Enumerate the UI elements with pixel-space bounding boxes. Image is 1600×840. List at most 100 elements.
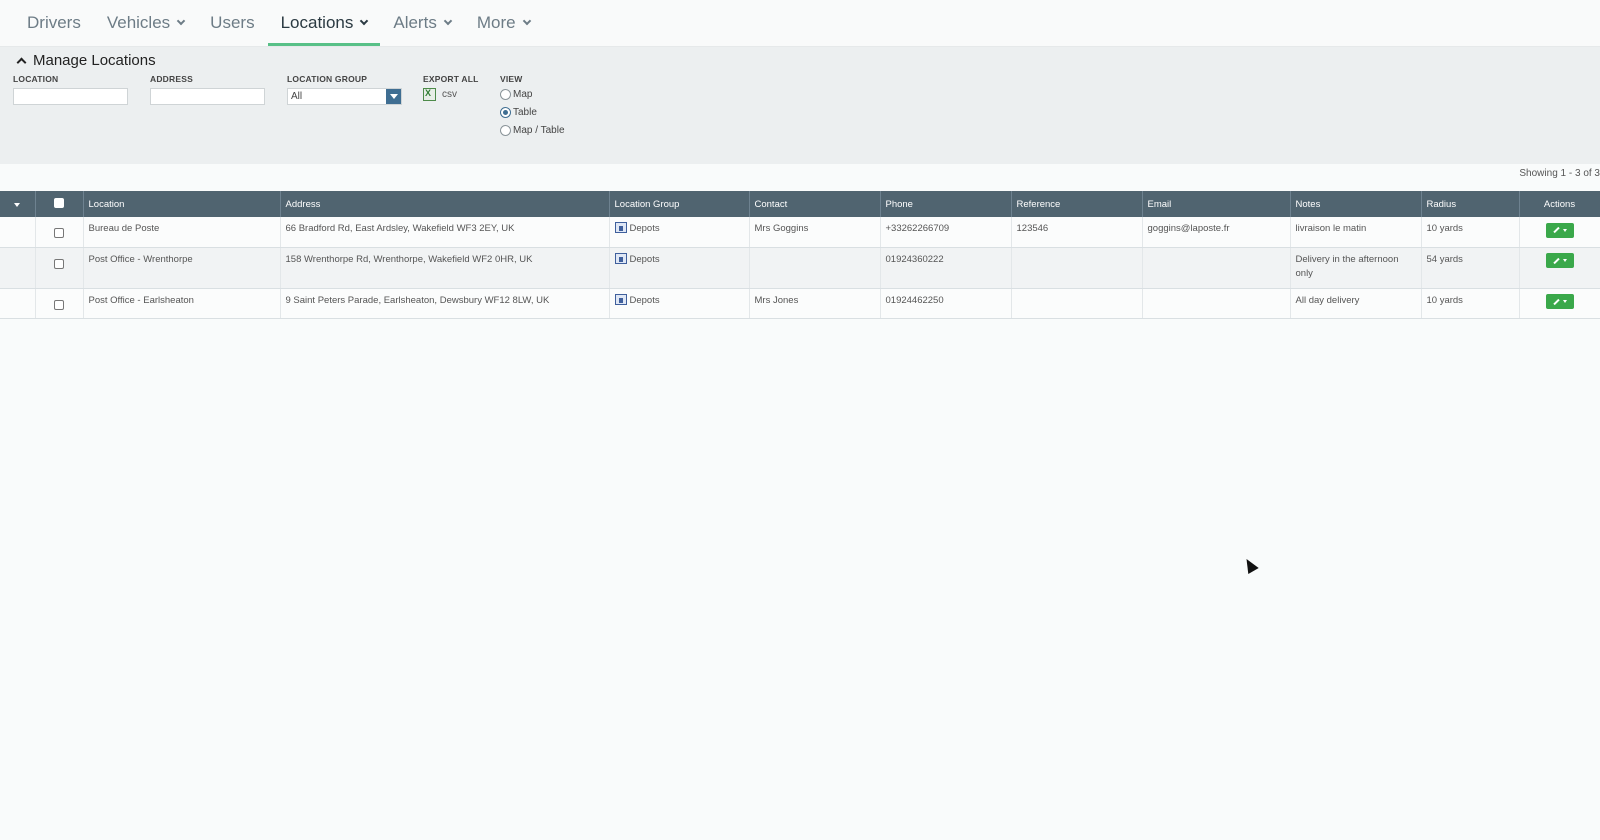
column-header-contact[interactable]: Contact bbox=[749, 191, 881, 217]
view-option-label: Map / Table bbox=[513, 125, 565, 136]
radio-button[interactable] bbox=[500, 125, 511, 136]
radio-button[interactable] bbox=[500, 89, 511, 100]
column-header-reference[interactable]: Reference bbox=[1011, 191, 1143, 217]
group-label: Depots bbox=[629, 294, 660, 306]
cell-phone: +33262266709 bbox=[880, 217, 1012, 248]
view-option-table[interactable]: Table bbox=[500, 107, 537, 118]
cell-contact bbox=[749, 247, 881, 289]
cell-location: Post Office - Earlsheaton bbox=[83, 288, 281, 319]
cell-location: Post Office - Wrenthorpe bbox=[83, 247, 281, 289]
chevron-down-icon bbox=[522, 16, 531, 25]
location-group-label: LOCATION GROUP bbox=[287, 74, 368, 84]
nav-users[interactable]: Users bbox=[197, 0, 267, 46]
row-checkbox[interactable] bbox=[54, 299, 64, 310]
nav-label: Vehicles bbox=[106, 12, 171, 32]
cell-reference bbox=[1011, 247, 1143, 289]
location-filter-input[interactable] bbox=[13, 88, 128, 105]
location-group-select[interactable]: All bbox=[287, 88, 402, 105]
table-header-row: Location Address Location Group Contact … bbox=[0, 191, 1600, 217]
top-nav: Drivers Vehicles Users Locations Alerts … bbox=[0, 0, 1600, 47]
nav-alerts[interactable]: Alerts bbox=[380, 0, 463, 46]
row-select-cell bbox=[35, 288, 84, 319]
cell-actions bbox=[1519, 247, 1600, 289]
view-option-label: Map bbox=[513, 89, 533, 100]
column-header-location-group[interactable]: Location Group bbox=[609, 191, 750, 217]
group-icon bbox=[614, 222, 627, 233]
row-select-cell bbox=[35, 217, 84, 248]
group-label: Depots bbox=[629, 253, 660, 265]
caret-down-icon bbox=[1562, 228, 1567, 232]
view-option-map[interactable]: Map bbox=[500, 89, 532, 100]
table-row[interactable]: Bureau de Poste 66 Bradford Rd, East Ard… bbox=[0, 217, 1600, 248]
column-header-email[interactable]: Email bbox=[1142, 191, 1291, 217]
column-options-toggle[interactable] bbox=[0, 191, 36, 217]
edit-action-button[interactable] bbox=[1545, 253, 1574, 268]
location-group-value: All bbox=[291, 91, 303, 102]
cell-phone: 01924462250 bbox=[880, 288, 1012, 319]
view-option-map-table[interactable]: Map / Table bbox=[500, 125, 565, 136]
column-header-notes[interactable]: Notes bbox=[1290, 191, 1422, 217]
nav-label: Alerts bbox=[393, 12, 437, 32]
cell-contact: Mrs Goggins bbox=[749, 217, 881, 248]
view-option-label: Table bbox=[513, 107, 537, 118]
column-header-radius[interactable]: Radius bbox=[1421, 191, 1520, 217]
address-filter-input[interactable] bbox=[150, 88, 265, 105]
table-row[interactable]: Post Office - Earlsheaton 9 Saint Peters… bbox=[0, 288, 1600, 319]
pencil-icon bbox=[1552, 298, 1560, 305]
cell-email bbox=[1142, 247, 1291, 289]
pencil-icon bbox=[1552, 257, 1560, 264]
column-header-address[interactable]: Address bbox=[280, 191, 610, 217]
row-spacer bbox=[0, 217, 36, 248]
dropdown-arrow-icon bbox=[386, 89, 401, 104]
nav-vehicles[interactable]: Vehicles bbox=[94, 0, 197, 46]
select-all-cell bbox=[35, 191, 84, 217]
table-row[interactable]: Post Office - Wrenthorpe 158 Wrenthorpe … bbox=[0, 247, 1600, 289]
export-csv-label: csv bbox=[442, 89, 457, 100]
row-spacer bbox=[0, 247, 36, 289]
cell-phone: 01924360222 bbox=[880, 247, 1012, 289]
cell-email bbox=[1142, 288, 1291, 319]
pagination-summary: Showing 1 - 3 of 3 bbox=[1519, 168, 1600, 179]
select-all-checkbox[interactable] bbox=[54, 197, 64, 208]
filter-panel: Manage Locations LOCATION ADDRESS LOCATI… bbox=[0, 47, 1600, 164]
cell-address: 9 Saint Peters Parade, Earlsheaton, Dews… bbox=[280, 288, 610, 319]
mouse-cursor-icon bbox=[1241, 555, 1259, 575]
column-header-actions: Actions bbox=[1519, 191, 1600, 217]
chevron-down-icon bbox=[360, 16, 369, 25]
nav-label: Locations bbox=[280, 12, 354, 32]
nav-locations[interactable]: Locations bbox=[267, 0, 381, 46]
cell-actions bbox=[1519, 217, 1600, 248]
cell-email: goggins@laposte.fr bbox=[1142, 217, 1291, 248]
edit-action-button[interactable] bbox=[1545, 294, 1574, 309]
export-csv-link[interactable]: csv bbox=[423, 88, 457, 101]
view-label: VIEW bbox=[500, 74, 523, 84]
row-checkbox[interactable] bbox=[54, 228, 64, 238]
row-spacer bbox=[0, 288, 36, 319]
cell-reference: 123546 bbox=[1011, 217, 1143, 248]
location-filter-label: LOCATION bbox=[13, 74, 59, 84]
group-label: Depots bbox=[629, 223, 660, 234]
nav-more[interactable]: More bbox=[464, 0, 543, 46]
chevron-down-icon bbox=[176, 16, 186, 25]
nav-label: More bbox=[476, 12, 516, 32]
row-select-cell bbox=[35, 247, 84, 289]
edit-action-button[interactable] bbox=[1545, 222, 1574, 238]
column-header-location[interactable]: Location bbox=[83, 191, 281, 217]
caret-down-icon bbox=[1562, 259, 1567, 262]
group-icon bbox=[614, 252, 627, 264]
radio-button-selected[interactable] bbox=[500, 107, 511, 118]
cell-notes: Delivery in the afternoon only bbox=[1290, 247, 1422, 289]
row-checkbox[interactable] bbox=[54, 258, 64, 269]
chevron-down-icon bbox=[443, 16, 453, 25]
panel-toggle[interactable]: Manage Locations bbox=[14, 52, 156, 69]
column-header-phone[interactable]: Phone bbox=[880, 191, 1012, 217]
cell-location-group: Depots bbox=[609, 247, 750, 289]
group-icon bbox=[614, 293, 627, 305]
cell-reference bbox=[1011, 288, 1143, 319]
nav-drivers[interactable]: Drivers bbox=[14, 0, 94, 46]
cell-address: 66 Bradford Rd, East Ardsley, Wakefield … bbox=[280, 217, 610, 248]
cell-location-group: Depots bbox=[609, 217, 750, 248]
cell-radius: 10 yards bbox=[1421, 288, 1520, 319]
pencil-icon bbox=[1552, 226, 1560, 234]
address-filter-label: ADDRESS bbox=[150, 74, 193, 84]
